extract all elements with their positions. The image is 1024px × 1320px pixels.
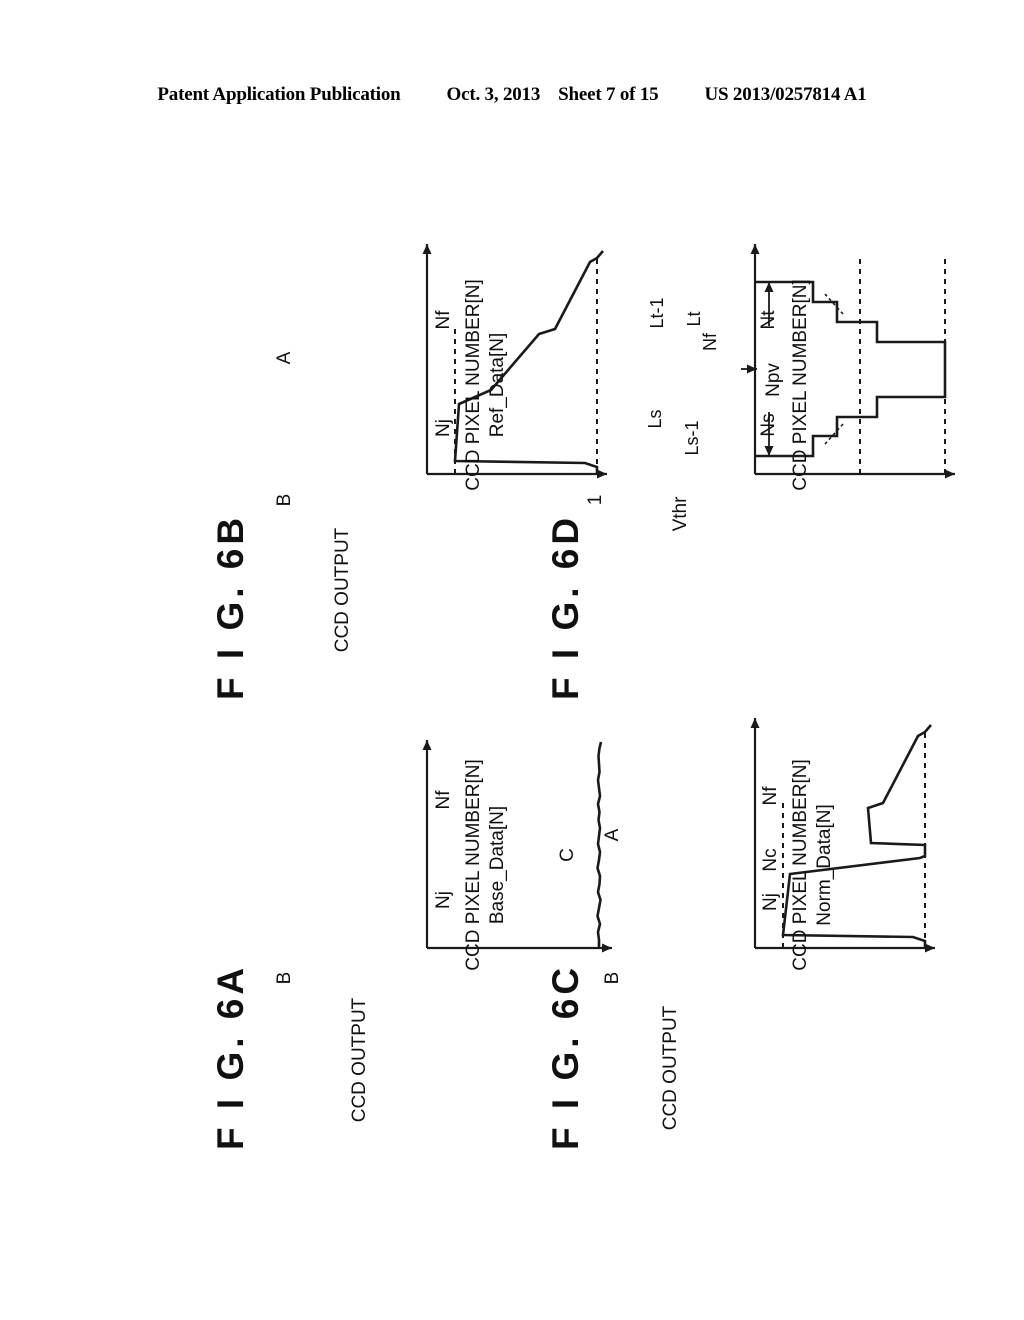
fig-6c-x-axis-label-1: CCD PIXEL NUMBER[N] xyxy=(790,759,811,971)
fig-6d-label-Nf: Nf xyxy=(700,332,720,351)
fig-6d-nt-arrowhead xyxy=(764,282,774,292)
fig-6d-group: F I G. 6D 1 Vthr Ls Ls-1 Lt-1 Lt Nf Ns N… xyxy=(545,244,955,700)
fig-6c-y-axis-label: CCD OUTPUT xyxy=(660,1005,681,1130)
fig-6d-ls-leader xyxy=(824,423,844,445)
fig-6a-x-axis-label-2: Base_Data[N] xyxy=(487,806,508,924)
fig-6d-ns-arrowhead xyxy=(764,446,774,456)
fig-6d-label-Lt-1: Lt-1 xyxy=(647,297,667,328)
fig-6d-label-Lt: Lt xyxy=(684,311,704,326)
fig-6a-xtick-Nj: Nj xyxy=(433,891,454,909)
fig-6a-ytick-B: B xyxy=(274,972,295,985)
fig-6d-label-Ls: Ls xyxy=(645,409,665,428)
fig-6a-xtick-Nf: Nf xyxy=(433,790,454,810)
fig-6a-y-axis-arrow xyxy=(602,943,612,953)
fig-6b-ytick-A: A xyxy=(274,351,295,364)
fig-6c-xtick-Nj: Nj xyxy=(760,893,781,911)
fig-6c-ytick-A: A xyxy=(602,828,623,841)
fig-6d-xtick-Npv: Npv xyxy=(763,363,784,397)
fig-6c-x-axis-arrow xyxy=(750,718,760,728)
fig-6d-label-Ls-1: Ls-1 xyxy=(682,420,702,455)
fig-6d-x-axis-label-1: CCD PIXEL NUMBER[N] xyxy=(790,279,811,491)
fig-6c-xtick-Nc: Nc xyxy=(760,848,781,871)
fig-6d-lt-leader xyxy=(824,293,844,315)
fig-6a-x-axis-arrow xyxy=(422,740,432,750)
patent-sheet-page: Patent Application Publication Oct. 3, 2… xyxy=(0,0,1024,1320)
fig-6b-ytick-B: B xyxy=(274,494,295,507)
fig-6c-group: F I G. 6C B A CCD OUTPUT C Nj Nc Nf CCD … xyxy=(545,718,935,1150)
fig-6b-x-axis-label-2: Ref_Data[N] xyxy=(487,333,508,438)
fig-6b-title: F I G. 6B xyxy=(210,514,251,700)
fig-6b-y-axis-label: CCD OUTPUT xyxy=(332,527,353,652)
fig-6d-ytick-1: 1 xyxy=(585,495,606,506)
fig-6a-data-curve xyxy=(596,741,603,948)
fig-6c-y-axis-arrow xyxy=(925,943,935,953)
fig-6d-ytick-Vthr: Vthr xyxy=(670,496,691,532)
fig-6d-xtick-Nt: Nt xyxy=(758,310,779,330)
fig-6b-x-axis-arrow xyxy=(422,244,432,254)
fig-6c-annotation-C: C xyxy=(557,848,578,862)
fig-6a-x-axis-label-1: CCD PIXEL NUMBER[N] xyxy=(463,759,484,971)
fig-6b-xtick-Nj: Nj xyxy=(433,419,454,437)
fig-6d-xtick-Ns: Ns xyxy=(758,413,779,436)
fig-6c-ytick-B: B xyxy=(602,972,623,985)
fig-6a-y-axis-label: CCD OUTPUT xyxy=(349,997,370,1122)
fig-6a-title: F I G. 6A xyxy=(210,964,251,1150)
fig-6c-xtick-Nf: Nf xyxy=(760,786,781,806)
fig-6c-x-axis-label-2: Norm_Data[N] xyxy=(814,804,835,925)
fig-6b-xtick-Nf: Nf xyxy=(433,310,454,330)
fig-6d-x-axis-arrow xyxy=(750,244,760,254)
fig-6c-title: F I G. 6C xyxy=(545,964,586,1150)
fig-6b-y-axis-arrow xyxy=(597,469,607,479)
fig-6b-x-axis-label-1: CCD PIXEL NUMBER[N] xyxy=(463,279,484,491)
figures-canvas: F I G. 6A B CCD OUTPUT Nj Nf CCD PIXEL N… xyxy=(210,244,955,1150)
fig-6d-title: F I G. 6D xyxy=(545,514,586,700)
fig-6d-y-axis-arrow xyxy=(945,469,955,479)
